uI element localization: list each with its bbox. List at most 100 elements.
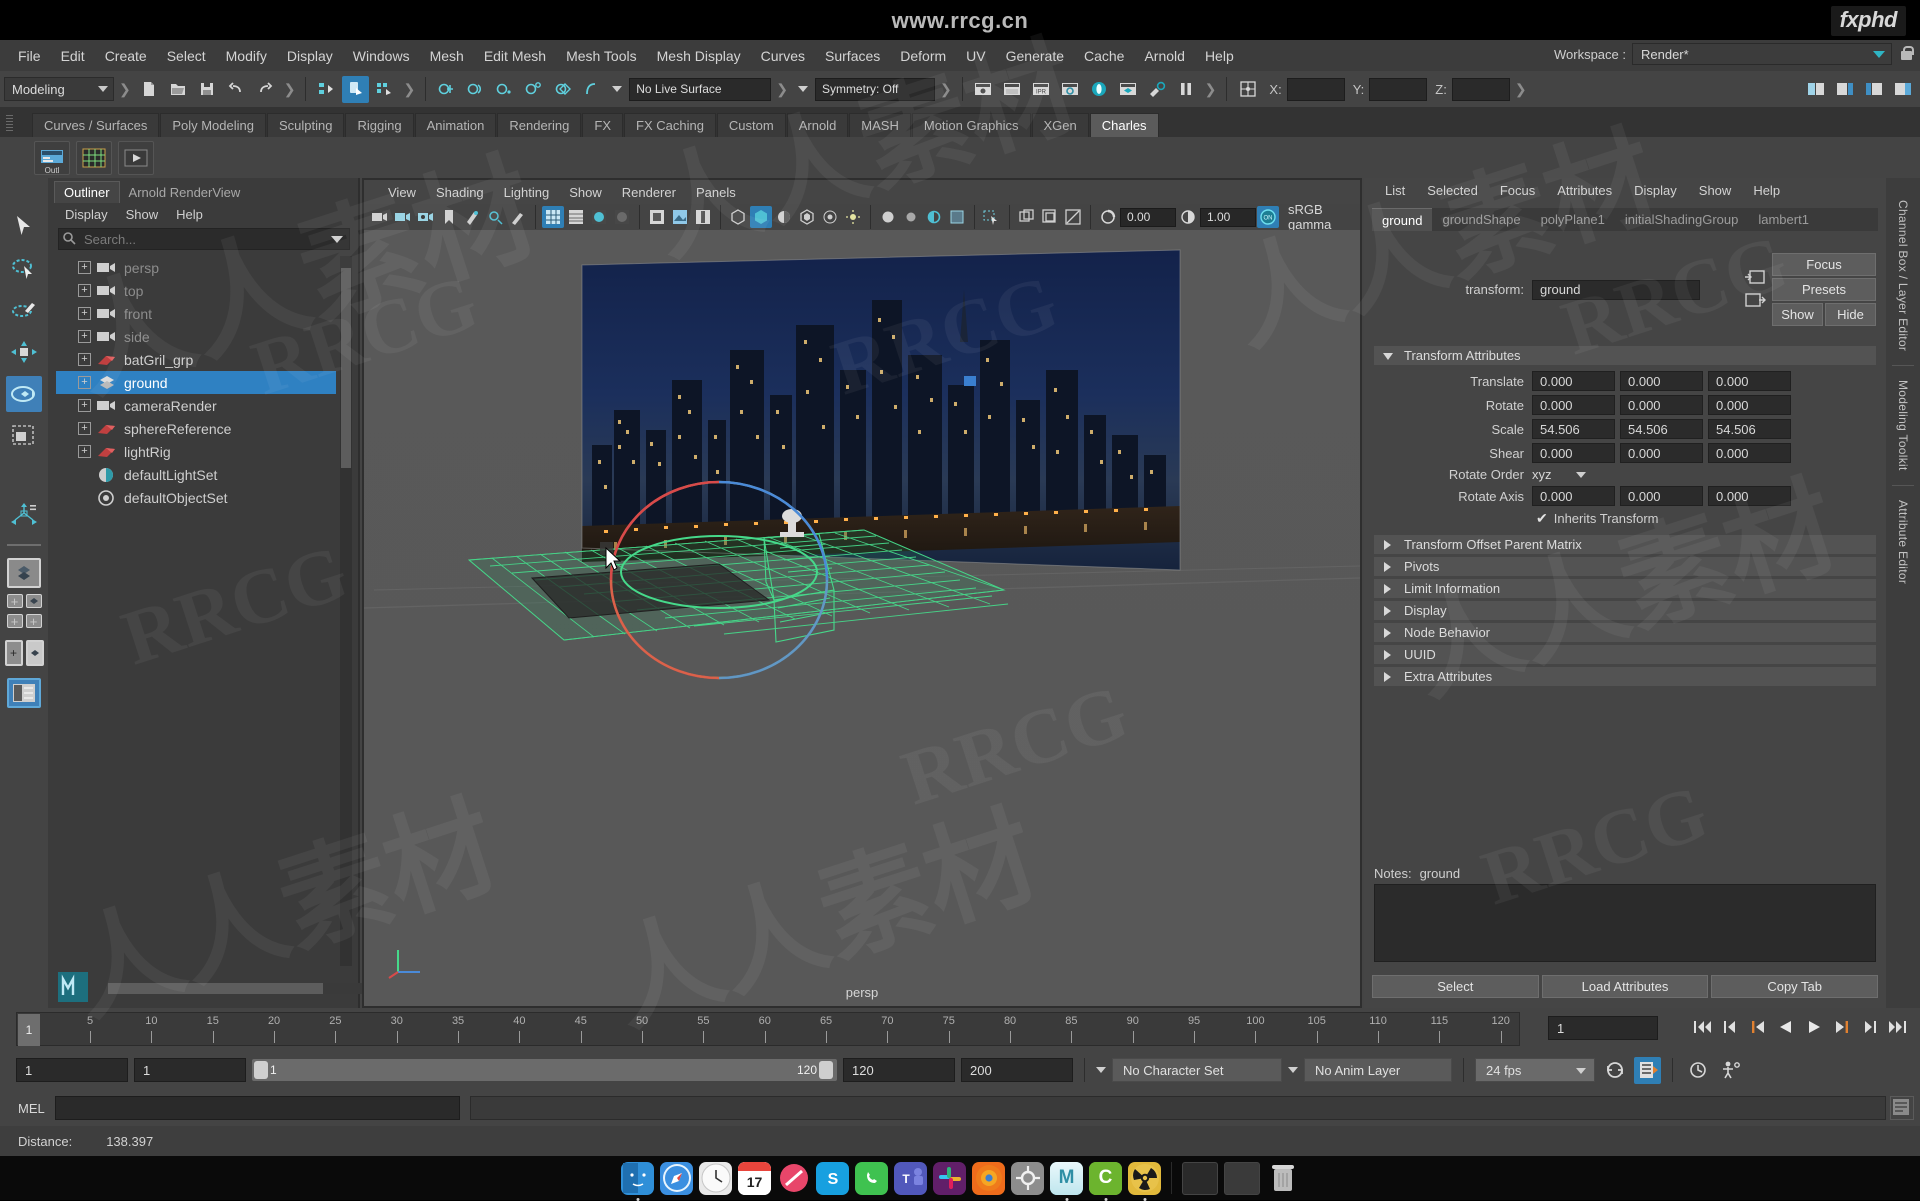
pause-render-button[interactable] <box>1173 76 1200 103</box>
arnold-render-button[interactable] <box>1086 76 1113 103</box>
snap-to-projected-center-button[interactable] <box>520 76 547 103</box>
rotate-axis-y-field[interactable]: 0.000 <box>1620 486 1703 506</box>
show-hide-attribute-editor-button[interactable] <box>1831 76 1858 103</box>
outliner-item-cameraRender[interactable]: + cameraRender <box>56 394 336 417</box>
render-current-frame-button[interactable] <box>970 76 997 103</box>
play-backwards-button[interactable] <box>1774 1016 1798 1038</box>
save-scene-button[interactable] <box>194 76 221 103</box>
scrollbar-thumb[interactable] <box>341 268 351 468</box>
outliner-tab-outliner[interactable]: Outliner <box>54 181 120 203</box>
attribute-shear-x-field[interactable]: 0.000 <box>1532 443 1615 463</box>
live-surface-field[interactable]: No Live Surface <box>629 77 772 101</box>
wireframe-shading-icon[interactable] <box>542 206 564 228</box>
outliner-item-top[interactable]: + top <box>56 279 336 302</box>
persp-layout-button[interactable]: + <box>4 640 23 666</box>
select-by-hierarchy-button[interactable] <box>313 76 340 103</box>
smooth-shade-all-icon[interactable] <box>565 206 587 228</box>
outliner-item-batGril_grp[interactable]: + batGril_grp <box>56 348 336 371</box>
outliner-persp-active-layout-button[interactable] <box>7 678 41 708</box>
copy-view-icon[interactable] <box>1016 206 1038 228</box>
presets-button[interactable]: Presets <box>1772 278 1876 301</box>
rotate-axis-x-field[interactable]: 0.000 <box>1532 486 1615 506</box>
shelf-tab-curves-surfaces[interactable]: Curves / Surfaces <box>32 113 160 137</box>
shelf-tab-xgen[interactable]: XGen <box>1031 113 1089 137</box>
select-by-component-type-button[interactable] <box>371 76 398 103</box>
time-slider[interactable]: 1 5 10 15 20 25 30 35 40 45 50 55 60 65 70 75 80 85 90 95 1… <box>16 1012 1520 1046</box>
step-back-frame-button[interactable] <box>1746 1016 1770 1038</box>
three-pane-layout-button[interactable]: + <box>6 614 23 629</box>
expand-toggle-icon[interactable]: + <box>78 284 91 297</box>
xray-active-components-icon[interactable] <box>923 206 945 228</box>
select-button[interactable]: Select <box>1372 975 1539 998</box>
xray-joints-icon[interactable] <box>900 206 922 228</box>
outliner-item-front[interactable]: + front <box>56 302 336 325</box>
right-tab-attribute-editor[interactable]: Attribute Editor <box>1896 492 1910 592</box>
shelf-tab-rendering[interactable]: Rendering <box>497 113 582 137</box>
universal-manipulator-tool[interactable] <box>6 460 42 490</box>
shelf-tab-animation[interactable]: Animation <box>414 113 497 137</box>
x-input[interactable] <box>1286 77 1345 101</box>
y-input[interactable] <box>1369 77 1428 101</box>
grease-pencil-icon[interactable] <box>507 206 529 228</box>
viewport-menu-lighting[interactable]: Lighting <box>494 183 560 202</box>
grid-shelf-icon[interactable] <box>76 140 112 175</box>
toolbar-collapse-2[interactable]: ❯ <box>281 81 299 98</box>
new-scene-button[interactable] <box>136 76 163 103</box>
hide-button[interactable]: Hide <box>1825 303 1876 326</box>
viewport-menu-view[interactable]: View <box>378 183 426 202</box>
expand-toggle-icon[interactable]: + <box>78 445 91 458</box>
shelf-tab-fx[interactable]: FX <box>582 113 623 137</box>
outliner-item-defaultLightSet[interactable]: +defaultLightSet <box>56 463 336 486</box>
section-node-behavior[interactable]: Node Behavior <box>1374 623 1876 642</box>
menu-item-cache[interactable]: Cache <box>1074 45 1134 67</box>
ae-menu-selected[interactable]: Selected <box>1416 181 1489 200</box>
ae-tab-ground[interactable]: ground <box>1372 208 1433 231</box>
make-live-button[interactable] <box>578 76 605 103</box>
scale-tool[interactable] <box>6 418 42 454</box>
current-time-field[interactable]: 1 <box>1548 1016 1658 1040</box>
show-hide-tool-settings-button[interactable] <box>1860 76 1887 103</box>
outliner-tab-arnold-renderview[interactable]: Arnold RenderView <box>120 182 250 203</box>
shelf-tab-sculpting[interactable]: Sculpting <box>266 113 345 137</box>
toolbar-collapse-4[interactable]: ❯ <box>773 81 791 98</box>
dock-icon-firefox[interactable] <box>972 1161 1005 1195</box>
soft-select-tool[interactable] <box>6 496 42 532</box>
absolute-transform-toggle[interactable] <box>1234 76 1261 103</box>
outliner-item-defaultObjectSet[interactable]: +defaultObjectSet <box>56 486 336 509</box>
snapshot-icon[interactable] <box>1062 206 1084 228</box>
menu-item-surfaces[interactable]: Surfaces <box>815 45 890 67</box>
multisample-aa-icon[interactable] <box>796 206 818 228</box>
copy-tab-button[interactable]: Copy Tab <box>1711 975 1879 998</box>
outliner-menu-show[interactable]: Show <box>117 206 168 223</box>
right-tab-modeling-toolkit[interactable]: Modeling Toolkit <box>1896 372 1910 479</box>
menu-item-mesh[interactable]: Mesh <box>420 45 474 67</box>
ae-menu-attributes[interactable]: Attributes <box>1546 181 1623 200</box>
expand-toggle-icon[interactable]: + <box>78 422 91 435</box>
dock-icon-safari[interactable] <box>660 1161 693 1195</box>
show-hide-channel-box-button[interactable] <box>1889 76 1916 103</box>
viewport-canvas[interactable]: persp <box>364 230 1360 1006</box>
four-pane-layout-button[interactable]: + <box>25 614 42 629</box>
step-forward-frame-button[interactable] <box>1830 1016 1854 1038</box>
exposure-field[interactable]: 0.00 <box>1120 207 1176 227</box>
dock-icon-teams[interactable]: T <box>894 1161 927 1195</box>
menu-item-create[interactable]: Create <box>95 45 157 67</box>
outliner-tree[interactable]: + persp + top + front + side + batGril_grp + ground… <box>56 256 336 966</box>
attribute-translate-y-field[interactable]: 0.000 <box>1620 371 1703 391</box>
dock-icon-whatsapp[interactable] <box>855 1161 888 1195</box>
section-display[interactable]: Display <box>1374 601 1876 620</box>
select-tool[interactable] <box>6 208 42 244</box>
menu-item-file[interactable]: File <box>8 45 51 67</box>
last-tool-used-button[interactable] <box>7 558 41 588</box>
shelf-tab-charles[interactable]: Charles <box>1089 113 1159 137</box>
transform-attributes-section[interactable]: Transform Attributes <box>1374 346 1876 365</box>
section-uuid[interactable]: UUID <box>1374 645 1876 664</box>
outliner-horizontal-scrollbar[interactable] <box>108 983 368 994</box>
right-tab-channel-box-layer-editor[interactable]: Channel Box / Layer Editor <box>1896 192 1910 359</box>
paste-view-icon[interactable] <box>1039 206 1061 228</box>
dock-icon-no-entry[interactable] <box>777 1162 810 1195</box>
textured-sphere-icon[interactable] <box>611 206 633 228</box>
menu-item-edit-mesh[interactable]: Edit Mesh <box>474 45 556 67</box>
gamma-field[interactable]: 1.00 <box>1200 207 1256 227</box>
expand-toggle-icon[interactable]: + <box>78 399 91 412</box>
